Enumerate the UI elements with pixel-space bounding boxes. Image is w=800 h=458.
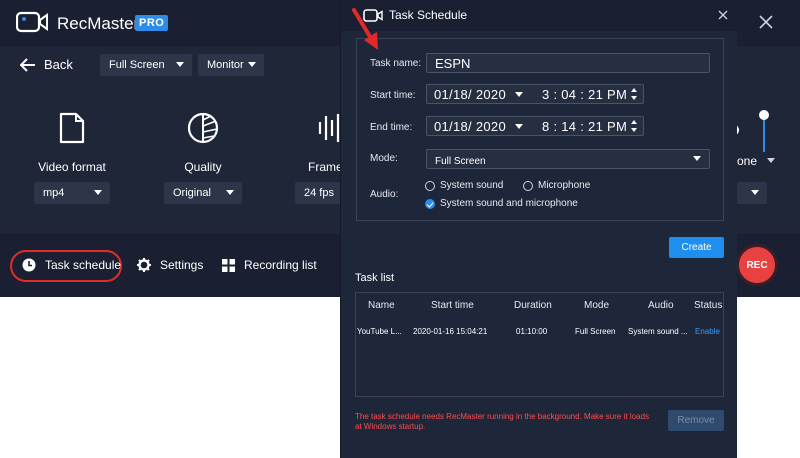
- quality-label: Quality: [184, 160, 222, 174]
- video-format-label: Video format: [38, 160, 106, 174]
- audio-cell: System sound ...: [628, 327, 688, 336]
- duration-cell: 01:10:00: [516, 327, 548, 336]
- rec-label: REC: [746, 259, 768, 271]
- start-time-value: 3 : 04 : 21 PM: [542, 87, 628, 102]
- mode-cell: Full Screen: [575, 327, 616, 336]
- task-name-cell: YouTube L...: [357, 327, 402, 336]
- start-time-cell: 2020-01-16 15:04:21: [413, 327, 488, 336]
- radio-icon: [425, 180, 435, 191]
- camera-logo-icon: [16, 11, 48, 33]
- radio-icon: [523, 180, 533, 191]
- back-button[interactable]: Back: [20, 57, 73, 72]
- end-time-value: 8 : 14 : 21 PM: [542, 119, 628, 134]
- column-header: Duration: [514, 300, 552, 311]
- start-date-value: 01/18/ 2020: [434, 87, 506, 102]
- warning-message: The task schedule needs RecMaster runnin…: [355, 412, 649, 431]
- clock-icon: [22, 258, 36, 272]
- quality-value: Original: [173, 187, 211, 199]
- end-date-value: 01/18/ 2020: [434, 119, 506, 134]
- remove-label: Remove: [677, 415, 715, 426]
- chevron-down-icon[interactable]: [515, 124, 523, 129]
- column-header: Start time: [431, 300, 474, 311]
- arrow-left-icon: [20, 57, 35, 72]
- end-time-picker[interactable]: 01/18/ 2020 8 : 14 : 21 PM: [426, 116, 644, 136]
- frame-rate-label: Frame: [308, 160, 343, 174]
- column-header: Audio: [648, 300, 674, 311]
- create-button[interactable]: Create: [669, 237, 724, 258]
- back-label: Back: [44, 57, 73, 72]
- video-format-select[interactable]: mp4: [34, 182, 110, 204]
- radio-checked-icon: [425, 198, 435, 209]
- chevron-down-icon: [751, 190, 759, 195]
- quality-option[interactable]: Quality: [164, 112, 242, 174]
- frame-rate-value: 24 fps: [304, 187, 334, 199]
- display-select[interactable]: Monitor: [198, 54, 264, 76]
- rec-button[interactable]: REC: [736, 244, 778, 286]
- start-time-picker[interactable]: 01/18/ 2020 3 : 04 : 21 PM: [426, 84, 644, 104]
- spin-down-icon[interactable]: [631, 96, 637, 100]
- recording-list-button[interactable]: Recording list: [222, 258, 317, 272]
- spin-up-icon[interactable]: [631, 120, 637, 124]
- chevron-down-icon[interactable]: [767, 158, 775, 163]
- area-select[interactable]: Full Screen: [100, 54, 192, 76]
- chevron-down-icon: [693, 156, 701, 161]
- microphone-label: one: [737, 154, 758, 168]
- audio-option-microphone[interactable]: Microphone: [523, 180, 590, 191]
- task-name-label: Task name:: [370, 58, 422, 69]
- task-schedule-button[interactable]: Task schedule: [22, 258, 121, 272]
- video-format-option[interactable]: Video format: [34, 112, 110, 174]
- status-link[interactable]: Enable: [695, 327, 720, 336]
- column-header: Status: [694, 300, 723, 311]
- audio-option-both[interactable]: System sound and microphone: [425, 198, 578, 209]
- task-name-input[interactable]: ESPN: [426, 53, 710, 73]
- chevron-down-icon: [94, 190, 102, 195]
- gear-icon: [137, 258, 151, 272]
- audio-option-label: Microphone: [538, 180, 591, 191]
- close-icon[interactable]: [718, 10, 728, 20]
- area-select-value: Full Screen: [109, 59, 165, 71]
- settings-label: Settings: [160, 258, 204, 272]
- mode-label: Mode:: [370, 153, 398, 164]
- display-select-value: Monitor: [207, 59, 244, 71]
- column-header: Name: [368, 300, 395, 311]
- video-format-value: mp4: [43, 187, 65, 199]
- end-time-label: End time:: [370, 122, 413, 133]
- start-time-label: Start time:: [370, 90, 416, 101]
- chevron-down-icon: [226, 190, 234, 195]
- mode-select[interactable]: Full Screen: [426, 149, 710, 169]
- chevron-down-icon[interactable]: [515, 92, 523, 97]
- task-schedule-dialog: Task Schedule Task name: ESPN Start time…: [340, 0, 738, 458]
- audio-label: Audio:: [370, 189, 399, 200]
- spin-down-icon[interactable]: [631, 128, 637, 132]
- recording-list-label: Recording list: [244, 258, 317, 272]
- pro-badge: PRO: [135, 15, 169, 31]
- volume-slider-handle[interactable]: [759, 110, 769, 120]
- close-icon[interactable]: [758, 14, 774, 30]
- grid-icon: [222, 258, 235, 272]
- audio-option-label: System sound: [440, 180, 504, 191]
- microphone-select[interactable]: [737, 182, 767, 204]
- file-icon: [59, 112, 85, 144]
- chevron-down-icon: [176, 62, 184, 67]
- app-name: RecMaster: [57, 14, 140, 33]
- chevron-down-icon: [248, 62, 256, 67]
- task-name-value: ESPN: [435, 56, 471, 71]
- audio-option-system[interactable]: System sound: [425, 180, 503, 191]
- remove-button[interactable]: Remove: [668, 410, 724, 431]
- column-header: Mode: [584, 300, 610, 311]
- audio-option-label: System sound and microphone: [440, 198, 578, 209]
- mode-value: Full Screen: [435, 156, 486, 167]
- create-label: Create: [681, 242, 712, 253]
- settings-button[interactable]: Settings: [137, 258, 203, 272]
- dialog-title: Task Schedule: [389, 8, 468, 22]
- dialog-title-bar: Task Schedule: [341, 0, 738, 31]
- schedule-form: Task name: ESPN Start time: 01/18/ 2020 …: [356, 38, 724, 221]
- quality-select[interactable]: Original: [164, 182, 242, 204]
- annotation-arrow-icon: [352, 8, 378, 50]
- quality-dial-icon: [187, 112, 219, 144]
- spin-up-icon[interactable]: [631, 88, 637, 92]
- task-schedule-label: Task schedule: [45, 258, 122, 272]
- task-list-heading: Task list: [355, 272, 395, 284]
- task-list-table: Name Start time Duration Mode Audio Stat…: [355, 292, 724, 397]
